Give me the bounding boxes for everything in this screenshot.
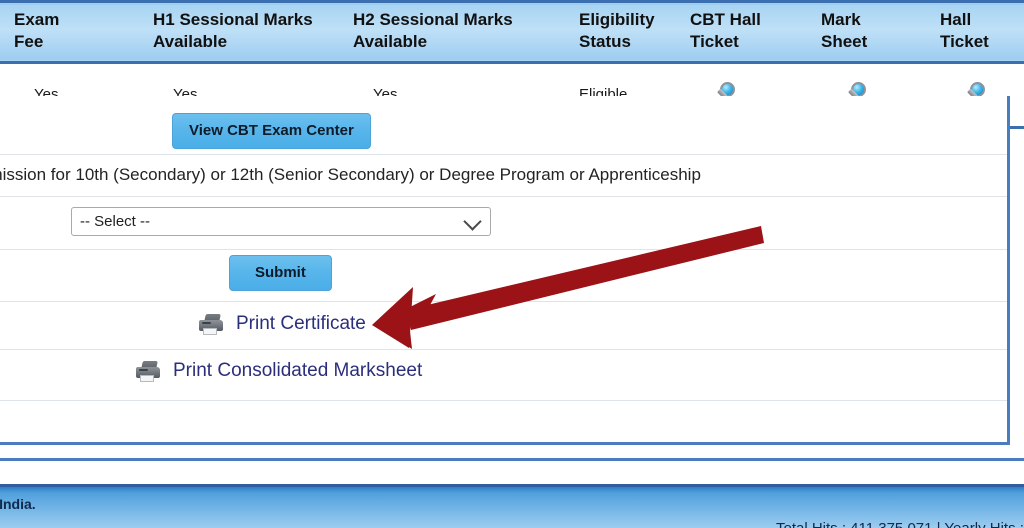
program-select-wrapper: -- Select -- (71, 207, 491, 236)
printer-paper (203, 328, 217, 335)
row-admission-notice: dmission for 10th (Secondary) or 12th (S… (0, 155, 1007, 197)
print-certificate-label: Print Certificate (236, 313, 366, 334)
th-elig-line1: Eligibility (579, 10, 655, 29)
th-hall-line1: Hall (940, 10, 972, 29)
th-h2-line2: Available (353, 31, 428, 51)
row-program-select: -- Select -- (0, 197, 1007, 250)
content-panel: View CBT Exam Center dmission for 10th (… (0, 96, 1010, 445)
submit-button[interactable]: Submit (229, 255, 332, 291)
th-h2-sessional-marks: H2 Sessional Marks Available (349, 2, 575, 63)
printer-paper (140, 375, 154, 382)
panel-bottom-divider (0, 458, 1024, 461)
th-exam-fee-line1: Exam (14, 10, 60, 29)
program-select[interactable]: -- Select -- (71, 207, 491, 236)
th-hall-line2: Ticket (940, 31, 989, 51)
th-eligibility-status: Eligibility Status (575, 2, 686, 63)
admission-notice-text: dmission for 10th (Secondary) or 12th (S… (0, 165, 701, 184)
printer-icon (197, 312, 227, 336)
th-h1-line1: H1 Sessional Marks (153, 10, 313, 29)
th-elig-line2: Status (579, 31, 631, 51)
th-hall-ticket: Hall Ticket (936, 2, 1024, 63)
th-cbt-hall-ticket: CBT Hall Ticket (686, 2, 817, 63)
row-print-certificate: Print Certificate (0, 302, 1007, 350)
footer-hit-counter: Total Hits : 411,375,071 | Yearly Hits :… (776, 520, 1024, 528)
th-cbt-line2: Ticket (690, 31, 739, 51)
page-root: Exam Fee H1 Sessional Marks Available H2… (0, 0, 1024, 528)
print-consolidated-marksheet-link[interactable]: Print Consolidated Marksheet (134, 359, 422, 383)
row-view-exam-center: View CBT Exam Center (0, 96, 1007, 155)
printer-icon (134, 359, 164, 383)
printer-slot (202, 322, 211, 324)
th-cbt-line1: CBT Hall (690, 10, 761, 29)
th-mark-line2: Sheet (821, 31, 868, 51)
th-exam-fee-line2: Fee (14, 31, 44, 51)
footer-text-line1: of India. (0, 496, 36, 512)
row-print-marksheet: Print Consolidated Marksheet (0, 350, 1007, 401)
page-footer: of India. Total Hits : 411,375,071 | Yea… (0, 484, 1024, 528)
print-certificate-link[interactable]: Print Certificate (197, 312, 366, 336)
th-exam-fee: Exam Fee (10, 2, 149, 63)
th-mark-line1: Mark (821, 10, 861, 29)
row-submit: Submit (0, 250, 1007, 302)
printer-slot (139, 369, 148, 371)
view-cbt-exam-center-button[interactable]: View CBT Exam Center (172, 113, 371, 149)
table-head: Exam Fee H1 Sessional Marks Available H2… (0, 1, 1024, 63)
print-marksheet-label: Print Consolidated Marksheet (173, 360, 423, 381)
th-mark-sheet: Mark Sheet (817, 2, 936, 63)
row-empty (0, 401, 1007, 439)
th-h2-line1: H2 Sessional Marks (353, 10, 513, 29)
th-h1-sessional-marks: H1 Sessional Marks Available (149, 2, 349, 63)
th-spacer (0, 2, 10, 63)
th-h1-line2: Available (153, 31, 228, 51)
table-header-row: Exam Fee H1 Sessional Marks Available H2… (0, 1, 1024, 63)
